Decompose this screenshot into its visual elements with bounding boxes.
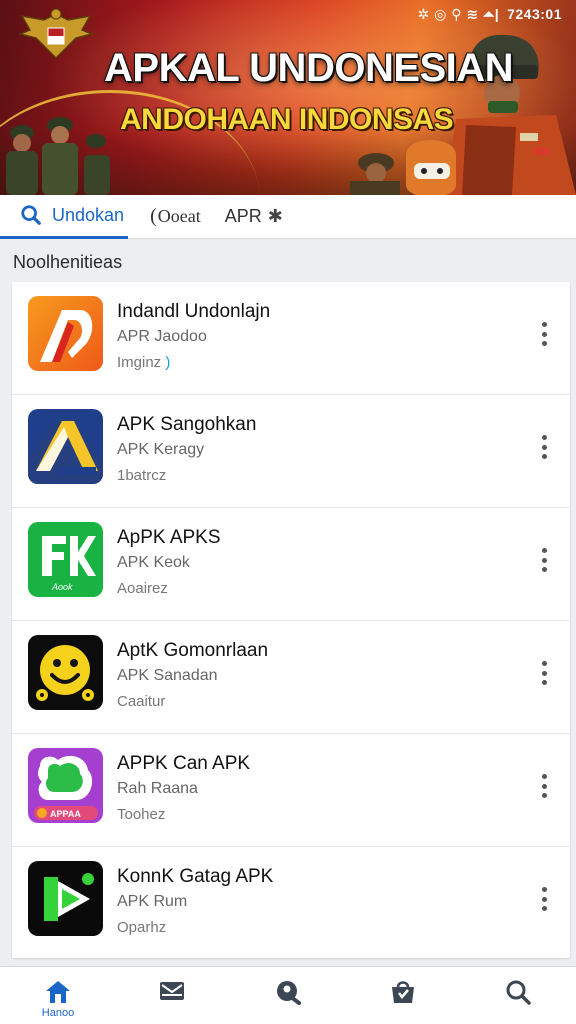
list-item[interactable]: APK Sangohkan APK Keragy 1batrcz (12, 395, 570, 508)
app-subtitle: APR Jaodoo (117, 328, 207, 345)
app-meta: Oparhz (117, 919, 167, 936)
soldiers-illustration-icon (6, 117, 110, 195)
app-meta: Caaitur (117, 693, 166, 710)
hero-title: APKAL UNDONESIAN (104, 46, 514, 90)
app-icon-green-k: Aook (28, 522, 103, 597)
list-item[interactable]: APPAA APPK Can APK Rah Raana Toohez (12, 734, 570, 847)
more-options-icon[interactable] (536, 661, 552, 685)
emblem-icon (17, 8, 95, 60)
app-subtitle: APK Rum (117, 893, 188, 910)
nav-inbox[interactable] (132, 967, 212, 1024)
app-icon-green-play (28, 861, 103, 936)
nav-home[interactable]: Hanoo (18, 967, 98, 1024)
more-options-icon[interactable] (536, 774, 552, 798)
search-icon (21, 205, 41, 225)
app-subtitle: APK Keragy (117, 441, 205, 458)
status-time: 7243:01 (507, 6, 562, 22)
status-bar: ✲ ◎ ⚲ ≋ ⏶| 7243:01 (418, 6, 563, 23)
app-icon-purple-bubble: APPAA (28, 748, 103, 823)
hero-banner: ✲ ◎ ⚲ ≋ ⏶| 7243:01 APKAL UNDONESIAN ANDO… (0, 0, 576, 195)
tab-undokan[interactable]: Undokan (0, 195, 129, 239)
app-subtitle: APK Sanadan (117, 667, 218, 684)
nav-location[interactable] (248, 967, 328, 1024)
location-icon (277, 981, 301, 1005)
app-name: APK Sangohkan (117, 414, 257, 435)
more-options-icon[interactable] (536, 548, 552, 572)
list-item[interactable]: Aook ApPK APKS APK Keok Aoairez (12, 508, 570, 621)
bag-icon (392, 981, 414, 1003)
tab-bar: Undokan ( Ooeat APR ✱ (0, 195, 576, 239)
tab-label: APR (224, 206, 262, 226)
list-item[interactable]: AptK Gomonrlaan APK Sanadan Caaitur (12, 621, 570, 734)
tab-prefix-glyph: ( (150, 205, 157, 227)
section-title: Noolhenitieas (13, 252, 123, 272)
nav-search[interactable] (478, 967, 558, 1024)
inbox-icon (160, 982, 184, 1000)
app-meta: Imginz ) (117, 354, 171, 371)
nav-home-label: Hanoo (41, 1007, 75, 1019)
app-name: Indandl Undonlajn (117, 301, 271, 322)
app-name: APPK Can APK (117, 753, 251, 774)
tab-label: Ooeat (157, 206, 201, 226)
app-icon-blue-a (28, 409, 103, 484)
nav-bag[interactable] (363, 967, 443, 1024)
app-icon-smiley (28, 635, 103, 710)
app-meta: Toohez (117, 806, 166, 823)
app-name: AptK Gomonrlaan (117, 640, 269, 661)
list-item[interactable]: KonnK Gatag APK APK Rum Oparhz (12, 847, 570, 960)
app-subtitle: Rah Raana (117, 780, 198, 797)
tab-ooeat[interactable]: ( Ooeat (150, 195, 201, 239)
app-meta: Aoairez (117, 580, 168, 597)
app-meta: 1batrcz (117, 467, 167, 484)
status-icons: ✲ ◎ ⚲ ≋ ⏶| (417, 6, 500, 22)
app-name: ApPK APKS (117, 527, 221, 548)
tab-label: Undokan (52, 204, 125, 225)
app-list: Indandl Undonlajn APR Jaodoo Imginz ) AP… (12, 282, 570, 958)
tab-apr[interactable]: APR ✱ (225, 195, 283, 239)
more-options-icon[interactable] (536, 887, 552, 911)
app-icon-label: Aook (51, 582, 73, 592)
app-icon-red-a (28, 296, 103, 371)
home-icon (46, 981, 70, 1003)
list-item[interactable]: Indandl Undonlajn APR Jaodoo Imginz ) (12, 282, 570, 395)
bottom-navigation: Hanoo (0, 966, 576, 1024)
hero-subtitle: ANDOHAAN INDONSAS (120, 103, 454, 136)
more-options-icon[interactable] (536, 435, 552, 459)
asterisk-icon: ✱ (267, 206, 283, 226)
app-subtitle: APK Keok (117, 554, 190, 571)
more-options-icon[interactable] (536, 322, 552, 346)
search-icon (506, 980, 531, 1005)
app-icon-label: APPAA (50, 809, 81, 819)
app-name: KonnK Gatag APK (117, 866, 274, 887)
